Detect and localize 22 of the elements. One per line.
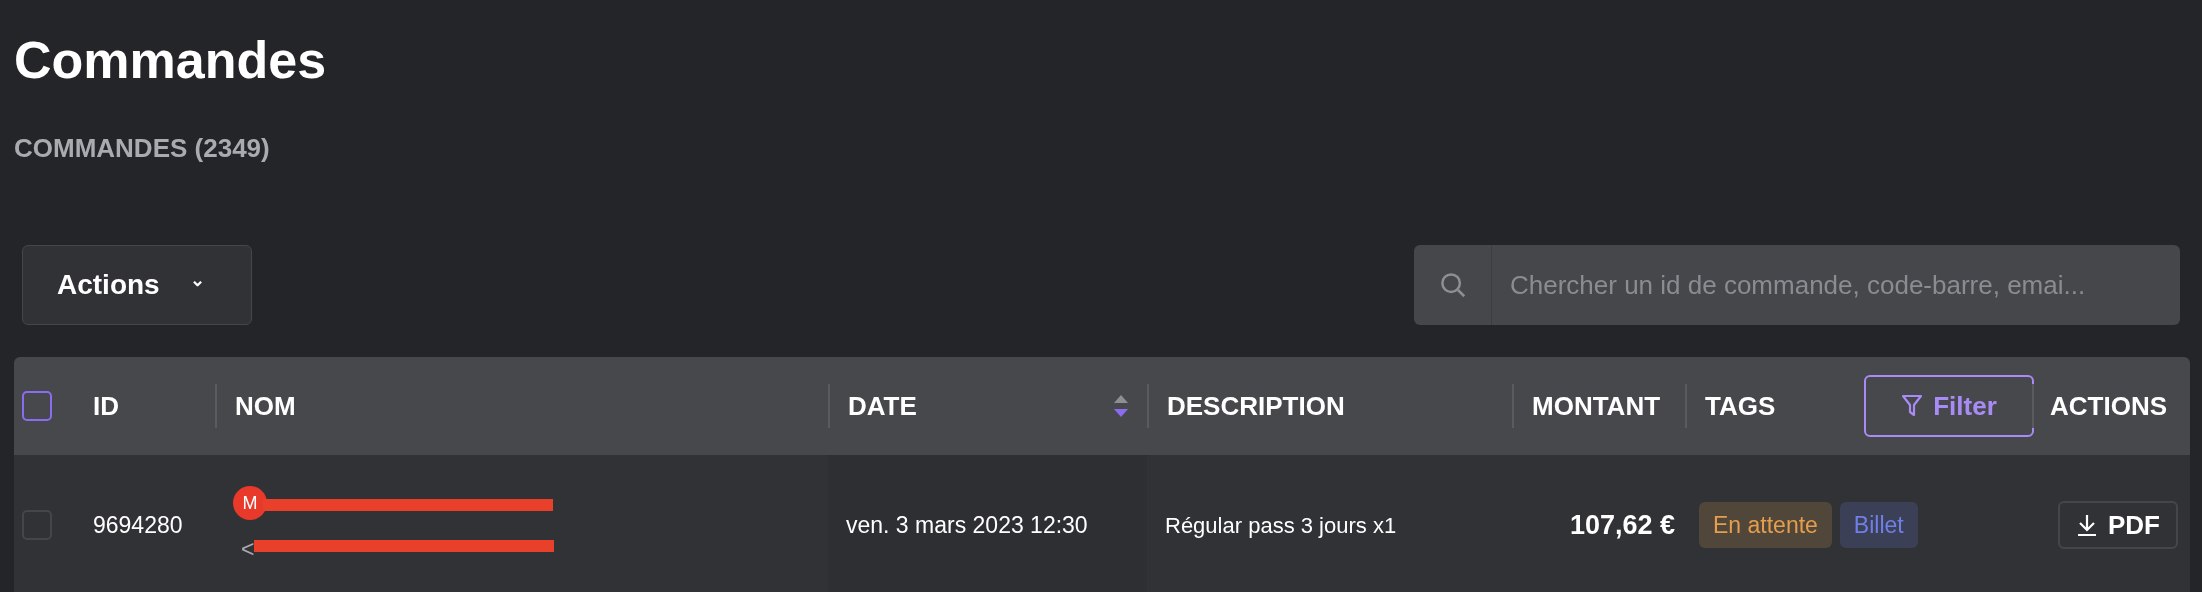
column-header: DESCRIPTION <box>1167 389 1345 423</box>
checkbox[interactable] <box>22 391 52 421</box>
section-heading: COMMANDES (2349) <box>14 132 270 164</box>
caret-icon: ⌄ <box>189 271 205 289</box>
filter-icon <box>1901 394 1924 418</box>
actions-button[interactable]: Actions ⌄ <box>22 245 252 325</box>
column-header: NOM <box>235 389 296 423</box>
column-header: DATE <box>848 389 917 423</box>
column-header: MONTANT <box>1532 389 1661 423</box>
page-title: Commandes <box>14 30 327 91</box>
email-text: < <box>240 534 255 564</box>
column-header: TAGS <box>1705 389 1776 423</box>
avatar: M <box>233 486 267 520</box>
column-header: ACTIONS <box>2050 389 2167 423</box>
pdf-button[interactable]: PDF <box>2058 501 2178 549</box>
column-header: ID <box>93 389 119 423</box>
order-description: Régular pass 3 jours x1 <box>1165 512 1397 538</box>
sort-icon[interactable] <box>1113 393 1129 419</box>
order-date: ven. 3 mars 2023 12:30 <box>846 510 1088 540</box>
order-id: 9694280 <box>93 511 183 538</box>
download-icon <box>2076 513 2098 537</box>
order-amount: 107,62 € <box>1569 508 1675 542</box>
